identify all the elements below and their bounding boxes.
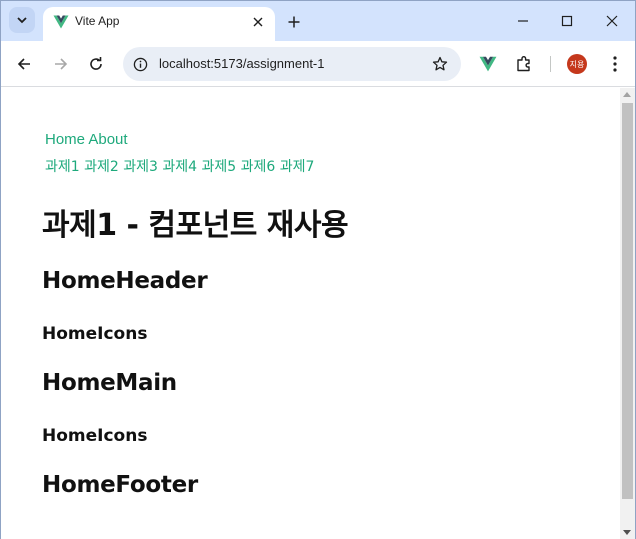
back-icon — [17, 58, 30, 70]
site-info-button[interactable] — [131, 55, 149, 73]
minimize-button[interactable] — [510, 9, 536, 33]
profile-avatar[interactable]: 지용 — [567, 54, 587, 74]
scroll-up-arrow[interactable] — [623, 92, 631, 97]
window-close-button[interactable] — [599, 9, 625, 33]
scroll-thumb[interactable] — [622, 103, 633, 499]
maximize-icon — [561, 15, 573, 27]
maximize-button[interactable] — [554, 9, 580, 33]
extensions-button[interactable] — [512, 52, 536, 76]
extensions-icon — [517, 56, 530, 72]
forward-icon — [55, 58, 68, 70]
home-footer-heading: HomeFooter — [42, 472, 198, 498]
home-header-heading: HomeHeader — [42, 268, 208, 294]
home-icons-heading: HomeIcons — [42, 324, 148, 344]
url-text[interactable]: localhost:5173/assignment-1 — [159, 56, 325, 71]
page-viewport: Home About 과제1 과제2 과제3 과제4 과제5 과제6 과제7 과… — [1, 88, 620, 539]
main-nav: Home About — [45, 131, 128, 148]
window-close-icon — [606, 15, 618, 27]
page-title: 과제1 - 컴포넌트 재사용 — [42, 208, 349, 243]
vertical-scrollbar[interactable] — [620, 88, 635, 539]
tab-close-button[interactable] — [249, 13, 267, 31]
tab-search-button[interactable] — [9, 7, 35, 33]
nav-assignment-3[interactable]: 과제3 — [123, 159, 158, 175]
toolbar-separator — [550, 56, 551, 72]
vue-icon — [53, 15, 69, 29]
nav-about-link[interactable]: About — [88, 131, 127, 148]
close-icon — [253, 17, 263, 27]
browser-window: Vite App localhost:5173/assignment-1 지용 … — [0, 0, 636, 539]
forward-button[interactable] — [49, 52, 73, 76]
back-button[interactable] — [12, 52, 36, 76]
home-main-heading: HomeMain — [42, 370, 177, 396]
address-bar[interactable]: localhost:5173/assignment-1 — [123, 47, 461, 81]
more-vertical-icon — [613, 56, 617, 72]
menu-button[interactable] — [603, 52, 627, 76]
nav-assignment-7[interactable]: 과제7 — [280, 159, 315, 175]
reload-icon — [90, 57, 102, 70]
bookmark-button[interactable] — [431, 55, 449, 73]
plus-icon — [288, 16, 300, 28]
tab-vite-app[interactable]: Vite App — [43, 7, 275, 41]
minimize-icon — [518, 20, 528, 22]
nav-home-link[interactable]: Home — [45, 131, 85, 148]
vue-devtools-icon — [479, 56, 497, 72]
tab-strip: Vite App — [1, 1, 635, 41]
reload-button[interactable] — [84, 52, 108, 76]
info-icon — [133, 57, 147, 71]
browser-toolbar: localhost:5173/assignment-1 지용 — [1, 41, 635, 87]
nav-assignment-5[interactable]: 과제5 — [202, 159, 237, 175]
home-icons-heading-2: HomeIcons — [42, 426, 148, 446]
star-icon — [432, 56, 448, 71]
chevron-down-icon — [17, 17, 27, 24]
nav-assignment-2[interactable]: 과제2 — [84, 159, 119, 175]
scroll-down-arrow[interactable] — [623, 530, 631, 535]
new-tab-button[interactable] — [283, 11, 305, 33]
vue-devtools-extension[interactable] — [476, 52, 500, 76]
tab-title: Vite App — [75, 14, 120, 28]
nav-assignment-4[interactable]: 과제4 — [162, 159, 197, 175]
nav-assignment-6[interactable]: 과제6 — [241, 159, 276, 175]
assignment-nav: 과제1 과제2 과제3 과제4 과제5 과제6 과제7 — [45, 156, 314, 176]
nav-assignment-1[interactable]: 과제1 — [45, 159, 80, 175]
